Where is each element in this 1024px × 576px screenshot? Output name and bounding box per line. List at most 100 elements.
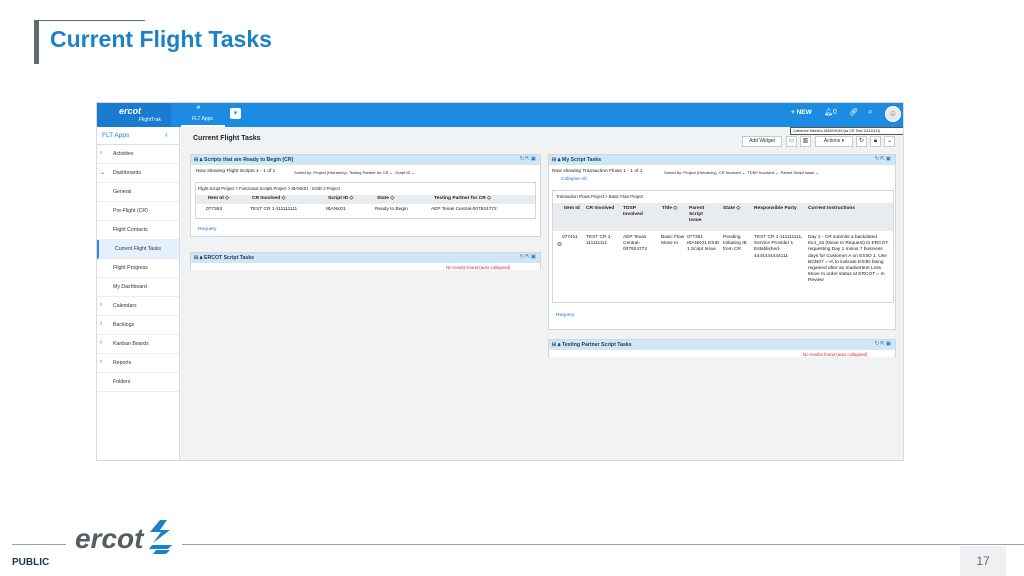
- col-title[interactable]: Title ◇: [662, 206, 677, 212]
- apps-dropdown-button[interactable]: ▾: [230, 108, 241, 119]
- app-logo[interactable]: ercot FlightTrak: [97, 103, 171, 127]
- panel-title: ⊟ 🔒︎ ERCOT Script Tasks: [194, 255, 255, 261]
- row-item-id[interactable]: 077363: [206, 207, 222, 213]
- sidebar-item[interactable]: Flight Progress: [97, 259, 179, 278]
- sidebar-item-label: Current Flight Tasks: [115, 246, 162, 252]
- col-cr-involved[interactable]: CR Involved ◇: [252, 196, 285, 202]
- user-avatar[interactable]: ☺: [885, 106, 901, 122]
- link-icon[interactable]: 🔗︎: [849, 108, 858, 116]
- col-script-id[interactable]: Script ID ◇: [328, 196, 353, 202]
- requery-link[interactable]: Requery: [556, 313, 575, 318]
- page-number: 17: [960, 546, 1006, 576]
- sidebar-item[interactable]: Folders: [97, 373, 179, 392]
- empty-message: No results found (auto collapsed): [803, 352, 868, 357]
- sidebar-item-label: Activities: [113, 151, 134, 157]
- sidebar-item[interactable]: Flight Contacts: [97, 221, 179, 240]
- col-responsible-party[interactable]: Responsible Party: [754, 206, 797, 212]
- sidebar-item[interactable]: › Calendars: [97, 297, 179, 316]
- chevron-icon: ›: [100, 359, 102, 365]
- breadcrumb: Transaction Flows Project > Basic Flow P…: [556, 194, 644, 199]
- sidebar-item[interactable]: ⌄ Dashboards: [97, 164, 179, 183]
- sidebar-header-label: FLT Apps: [102, 132, 130, 139]
- sidebar-item[interactable]: › Activities: [97, 145, 179, 164]
- chevron-icon: ›: [100, 321, 102, 327]
- footer-divider-left: [12, 544, 66, 545]
- showing-count: Now showing Flight Scripts 1 - 1 of 1: [196, 169, 276, 174]
- col-state[interactable]: State ◇: [377, 196, 394, 202]
- panel-title: ⊟ 🔒︎ Testing Partner Script Tasks: [552, 342, 632, 348]
- panel-title-text: Scripts that are Ready to Begin (CR): [204, 157, 294, 163]
- result-table: Flight Script Project > Functional Scrip…: [195, 182, 536, 219]
- sidebar-item-label: Reports: [113, 360, 132, 366]
- panel-title-text: My Script Tasks: [562, 157, 602, 163]
- col-item-id[interactable]: Item Id: [564, 206, 582, 212]
- flt-apps-icon: ✈︎: [196, 105, 201, 111]
- user-tooltip: Catherine Meiners.18282/9049 (as CR Test…: [790, 127, 903, 135]
- row-item-id[interactable]: 077411: [562, 235, 578, 241]
- sidebar-item-label: My Dashboard: [113, 284, 147, 290]
- sidebar-collapse-chevron-icon[interactable]: ‹: [165, 130, 168, 139]
- row-cr-involved: TEST CR 1-111111111: [586, 235, 613, 247]
- row-script-id: IBANK01: [326, 207, 346, 212]
- sidebar-item-label: General: [113, 189, 132, 195]
- sidebar-item-label: Kanban Boards: [113, 341, 149, 347]
- sorted-by: Sorted by: Project (Hierarchy). CR Invol…: [664, 170, 819, 175]
- col-cr-involved[interactable]: CR Involved: [586, 206, 616, 212]
- sidebar-item-label: Dashboards: [113, 170, 141, 176]
- flt-apps-tab[interactable]: ✈︎ FLT Apps: [181, 103, 225, 127]
- requery-link[interactable]: Requery: [198, 227, 217, 232]
- slide-title: Current Flight Tasks: [50, 26, 272, 52]
- actions-label: Actions: [823, 138, 841, 144]
- panel-title-text: Testing Partner Script Tasks: [562, 342, 632, 348]
- sidebar-item[interactable]: › Reports: [97, 354, 179, 373]
- panel-header: ⊟ 🔒︎ Testing Partner Script Tasks ↻⇱▣: [549, 340, 895, 350]
- col-testing-partner[interactable]: Testing Partner for CR ◇: [434, 196, 491, 202]
- sidebar-item[interactable]: › Backlogs: [97, 316, 179, 335]
- sidebar: FLT Apps ‹ › Activities ⌄ Dashboards General…: [97, 127, 180, 460]
- sidebar-item[interactable]: General: [97, 183, 179, 202]
- layout-icon[interactable]: ▭: [786, 136, 797, 147]
- lock-icon[interactable]: 🔒︎: [870, 136, 881, 147]
- my-script-tasks-panel: ⊟ 🔒︎ My Script Tasks ↻⇱▣ Now showing Tra…: [548, 154, 896, 330]
- panel-tools-icon[interactable]: ↻⇱▣: [520, 156, 537, 162]
- sidebar-item[interactable]: Current Flight Tasks: [97, 240, 179, 259]
- col-parent-script-issue[interactable]: Parent Script Issue: [689, 206, 711, 224]
- panel-tools-icon[interactable]: ↻⇱▣: [875, 341, 892, 347]
- chevron-icon: ⌄: [100, 170, 106, 176]
- ercot-bolt-icon: [149, 520, 172, 554]
- col-current-instructions[interactable]: Current Instructions: [808, 206, 855, 212]
- search-icon[interactable]: ⌕: [868, 107, 872, 117]
- row-testing-partner: AEP Texas Central-007924772: [431, 207, 497, 212]
- refresh-icon[interactable]: ↻: [856, 136, 867, 147]
- chart-icon[interactable]: ▥: [800, 136, 811, 147]
- panel-header: ⊟ 🔒︎ My Script Tasks ↻⇱▣: [549, 155, 895, 165]
- panel-header: ⊟ 🔒︎ ERCOT Script Tasks ↻⇱▣: [191, 253, 540, 263]
- sidebar-item-label: Pre-Flight (CR): [113, 208, 148, 214]
- panel-tools-icon[interactable]: ↻⇱▣: [520, 254, 537, 260]
- row-cr-involved: TEST CR 1-111111111: [250, 207, 298, 212]
- panel-tools-icon[interactable]: ↻⇱▣: [875, 156, 892, 162]
- col-state[interactable]: State ◇: [723, 206, 740, 212]
- row-expand-icon[interactable]: ⊖: [557, 242, 562, 248]
- col-tdsp-involved[interactable]: TDSP Involved: [623, 206, 653, 218]
- sidebar-item[interactable]: Pre-Flight (CR): [97, 202, 179, 221]
- breadcrumb: Flight Script Project > Functional Scrip…: [198, 186, 340, 191]
- app-logo-subtitle: FlightTrak: [139, 117, 162, 123]
- app-logo-text: ercot: [119, 106, 142, 116]
- notifications-bell-icon[interactable]: 🔔︎0: [824, 108, 837, 116]
- empty-message: No results found (auto collapsed): [446, 265, 511, 270]
- notification-count: 0: [832, 109, 837, 116]
- add-widget-button[interactable]: Add Widget: [742, 136, 782, 147]
- sidebar-item[interactable]: My Dashboard: [97, 278, 179, 297]
- scripts-ready-panel: ⊟ 🔒︎ Scripts that are Ready to Begin (CR…: [190, 154, 541, 237]
- panel-header: ⊟ 🔒︎ Scripts that are Ready to Begin (CR…: [191, 155, 540, 165]
- new-button[interactable]: + NEW: [791, 109, 812, 116]
- chevron-down-icon[interactable]: ⌄: [884, 136, 895, 147]
- sidebar-item[interactable]: › Kanban Boards: [97, 335, 179, 354]
- collapse-all-link[interactable]: Collapse All: [561, 177, 587, 182]
- title-accent-line: [39, 20, 145, 21]
- col-item-id[interactable]: Item Id ◇: [208, 196, 229, 202]
- actions-dropdown[interactable]: Actions ▾: [815, 136, 853, 147]
- sidebar-item-label: Flight Progress: [113, 265, 148, 271]
- testing-partner-script-tasks-panel: ⊟ 🔒︎ Testing Partner Script Tasks ↻⇱▣ No…: [548, 339, 896, 357]
